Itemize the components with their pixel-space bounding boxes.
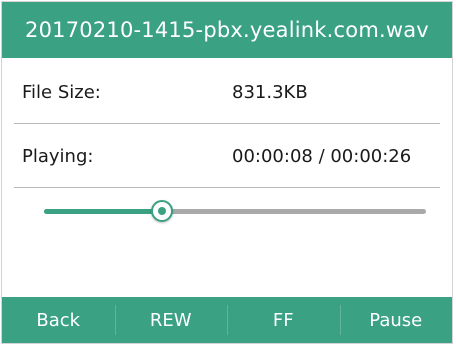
progress-fill (44, 209, 162, 214)
progress-knob[interactable] (150, 200, 173, 222)
file-size-row: File Size: 831.3KB (22, 66, 432, 118)
pause-button-label: Pause (369, 309, 423, 331)
file-size-label: File Size: (22, 81, 101, 103)
softkey-bar: Back REW FF Pause (2, 297, 452, 343)
divider (14, 187, 440, 188)
file-title: 20170210-1415-pbx.yealink.com.wav (25, 18, 429, 42)
playing-label: Playing: (22, 145, 94, 167)
rewind-button[interactable]: REW (114, 297, 228, 343)
title-bar: 20170210-1415-pbx.yealink.com.wav (2, 2, 452, 58)
file-size-value: 831.3KB (232, 81, 308, 103)
back-button-label: Back (36, 309, 81, 331)
pause-button[interactable]: Pause (339, 297, 453, 343)
playback-progress-slider[interactable] (44, 199, 426, 225)
rewind-button-label: REW (149, 309, 192, 331)
playing-row: Playing: 00:00:08 / 00:00:26 (22, 130, 432, 182)
divider (14, 123, 440, 124)
playing-time-value: 00:00:08 / 00:00:26 (232, 145, 412, 167)
back-button[interactable]: Back (2, 297, 115, 343)
audio-player-screen: 20170210-1415-pbx.yealink.com.wav File S… (1, 1, 453, 344)
fast-forward-button[interactable]: FF (227, 297, 340, 343)
fast-forward-button-label: FF (272, 309, 294, 331)
